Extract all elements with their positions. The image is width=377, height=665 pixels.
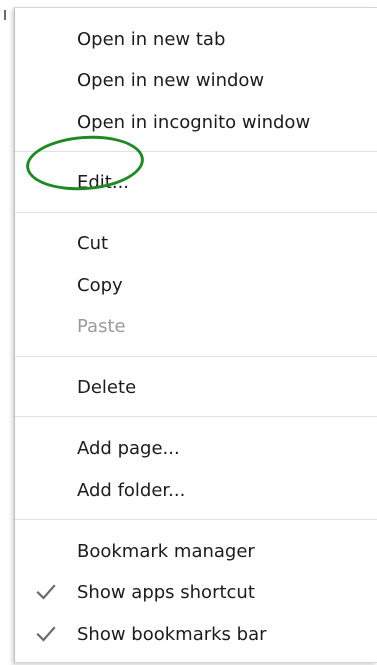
menu-separator (15, 356, 377, 357)
menu-item-label: Paste (77, 316, 126, 337)
menu-item-show-apps-shortcut[interactable]: Show apps shortcut (15, 576, 377, 610)
check-icon (36, 626, 56, 642)
menu-item-label: Show bookmarks bar (77, 624, 267, 645)
menu-item-cut[interactable]: Cut (15, 227, 377, 261)
menu-item-label: Delete (77, 377, 137, 398)
menu-item-label: Open in new window (77, 70, 265, 91)
menu-item-paste: Paste (15, 310, 377, 344)
menu-item-bookmark-manager[interactable]: Bookmark manager (15, 535, 377, 569)
menu-item-add-folder[interactable]: Add folder... (15, 474, 377, 508)
window-edge-mark (4, 10, 6, 20)
menu-item-label: Open in new tab (77, 29, 226, 50)
menu-item-add-page[interactable]: Add page... (15, 432, 377, 466)
menu-item-open-in-incognito-window[interactable]: Open in incognito window (15, 106, 377, 140)
menu-separator (15, 416, 377, 417)
menu-item-open-in-new-tab[interactable]: Open in new tab (15, 23, 377, 57)
menu-item-label: Cut (77, 233, 109, 254)
menu-item-label: Bookmark manager (77, 541, 255, 562)
menu-item-label: Add folder... (77, 480, 186, 501)
menu-item-show-bookmarks-bar[interactable]: Show bookmarks bar (15, 618, 377, 652)
menu-item-label: Copy (77, 275, 123, 296)
menu-item-label: Add page... (77, 438, 180, 459)
menu-separator (15, 519, 377, 520)
menu-separator (15, 212, 377, 213)
menu-item-delete[interactable]: Delete (15, 371, 377, 405)
menu-item-label: Open in incognito window (77, 112, 311, 133)
menu-item-label: Show apps shortcut (77, 582, 255, 603)
check-icon (36, 584, 56, 600)
menu-item-copy[interactable]: Copy (15, 269, 377, 303)
bookmark-context-menu: Open in new tab Open in new window Open … (14, 7, 377, 663)
menu-item-open-in-new-window[interactable]: Open in new window (15, 64, 377, 98)
